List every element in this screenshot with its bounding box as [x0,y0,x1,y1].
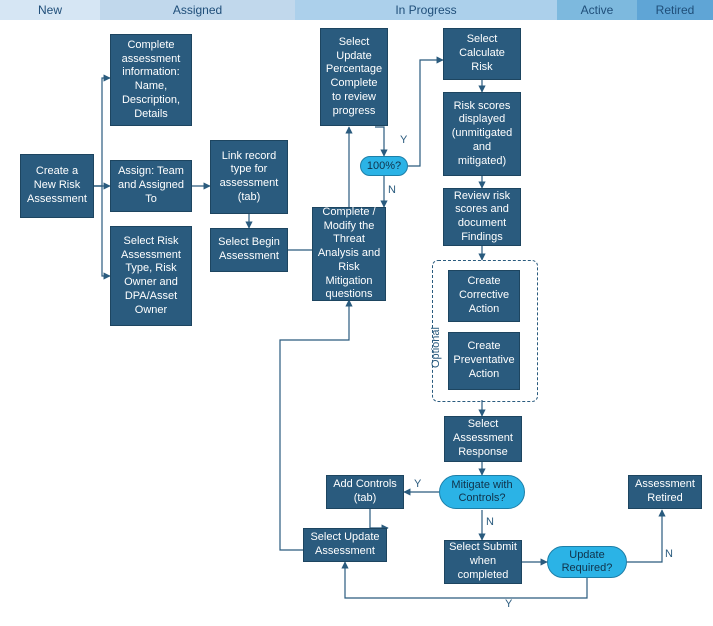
node-assign: Assign: Team and Assigned To [110,160,192,212]
decision-100pct: 100%? [360,156,408,176]
decision-update-required: Update Required? [547,546,627,578]
node-corrective-action: Create Corrective Action [448,270,520,322]
node-assessment-retired: Assessment Retired [628,475,702,509]
node-review-findings: Review risk scores and document Findings [443,188,521,246]
label-y-mitigate: Y [414,478,421,490]
label-y-update: Y [505,598,512,610]
label-optional: Optional [430,327,442,368]
label-n-mitigate: N [486,516,494,528]
node-calc-risk: Select Calculate Risk [443,28,521,80]
label-y-100pct: Y [400,134,407,146]
lane-active: Active [557,0,639,20]
lane-retired: Retired [637,0,713,20]
node-update-percentage: Select Update Percentage Complete to rev… [320,28,388,126]
lane-new: New [0,0,102,20]
node-add-controls: Add Controls (tab) [326,475,404,509]
node-submit-completed: Select Submit when completed [444,540,522,584]
lane-assigned: Assigned [100,0,297,20]
node-assessment-response: Select Assessment Response [444,416,522,462]
label-n-update: N [665,548,673,560]
decision-mitigate-controls: Mitigate with Controls? [439,475,525,509]
node-link-record: Link record type for assessment (tab) [210,140,288,214]
node-select-update-assessment: Select Update Assessment [303,528,387,562]
node-create-new: Create a New Risk Assessment [20,154,94,218]
node-risk-scores: Risk scores displayed (unmitigated and m… [443,92,521,176]
label-n-100pct: N [388,184,396,196]
node-threat-questions: Complete / Modify the Threat Analysis an… [312,207,386,301]
node-begin-assessment: Select Begin Assessment [210,228,288,272]
node-preventative-action: Create Preventative Action [448,332,520,390]
node-select-type: Select Risk Assessment Type, Risk Owner … [110,226,192,326]
flowchart-canvas: New Assigned In Progress Active Retired [0,0,713,626]
node-complete-info: Complete assessment information: Name, D… [110,34,192,126]
lane-inprogress: In Progress [295,0,559,20]
